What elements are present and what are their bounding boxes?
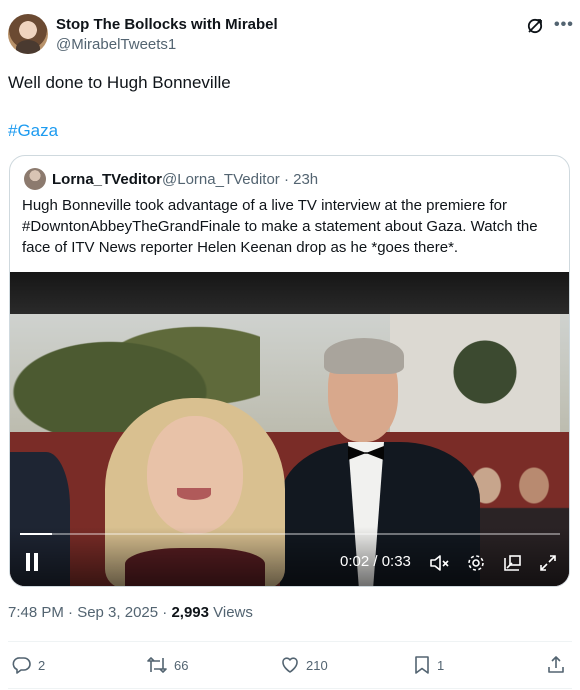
tweet-text: Well done to Hugh Bonneville [8, 73, 231, 92]
settings-icon[interactable] [465, 552, 487, 574]
mute-icon[interactable] [428, 552, 450, 574]
tweet-meta: 7:48 PM · Sep 3, 2025 · 2,993 Views [8, 604, 253, 621]
divider [8, 688, 572, 689]
share-icon [548, 656, 564, 673]
hashtag-link[interactable]: #Gaza [8, 121, 58, 141]
quote-text: Hugh Bonneville took advantage of a live… [22, 197, 538, 256]
video-time: 0:02 / 0:33 [340, 553, 411, 570]
like-button[interactable]: 210 [280, 655, 328, 675]
tweet-timestamp[interactable]: 7:48 PM · Sep 3, 2025 · [8, 604, 171, 621]
pip-icon[interactable] [501, 552, 523, 574]
views-count: 2,993 [171, 604, 209, 621]
views-label: Views [208, 604, 253, 621]
bookmark-count: 1 [437, 657, 445, 673]
heart-icon [282, 657, 298, 673]
video-progress-fill [20, 533, 53, 535]
share-button[interactable] [546, 655, 566, 675]
grok-icon[interactable] [526, 17, 544, 35]
tweet-header: Stop The Bollocks with Mirabel @MirabelT… [8, 14, 574, 58]
bookmark-button[interactable]: 1 [413, 655, 444, 675]
quote-avatar[interactable] [24, 168, 46, 190]
repost-count: 66 [174, 657, 189, 673]
quote-author-name[interactable]: Lorna_TVeditor [52, 171, 162, 188]
author-handle[interactable]: @MirabelTweets1 [56, 36, 176, 53]
video-player[interactable]: 0:02 / 0:33 [10, 272, 569, 586]
video-progress-bar[interactable] [20, 533, 560, 535]
fullscreen-icon[interactable] [537, 552, 559, 574]
reply-count: 2 [38, 657, 46, 673]
bookmark-icon [415, 656, 429, 674]
avatar[interactable] [8, 14, 48, 54]
repost-icon [147, 657, 167, 673]
quoted-tweet[interactable]: Lorna_TVeditor @Lorna_TVeditor · 23h Hug… [9, 155, 570, 587]
divider [8, 641, 572, 642]
quote-author-handle[interactable]: @Lorna_TVeditor · 23h [162, 171, 318, 188]
like-count: 210 [306, 657, 328, 673]
reply-icon [12, 657, 31, 674]
video-frame-top [10, 272, 569, 314]
more-options-icon[interactable]: ••• [554, 16, 574, 34]
reply-button[interactable]: 2 [12, 655, 45, 675]
pause-icon[interactable] [24, 553, 40, 571]
author-display-name[interactable]: Stop The Bollocks with Mirabel [56, 16, 278, 33]
repost-button[interactable]: 66 [146, 655, 188, 675]
